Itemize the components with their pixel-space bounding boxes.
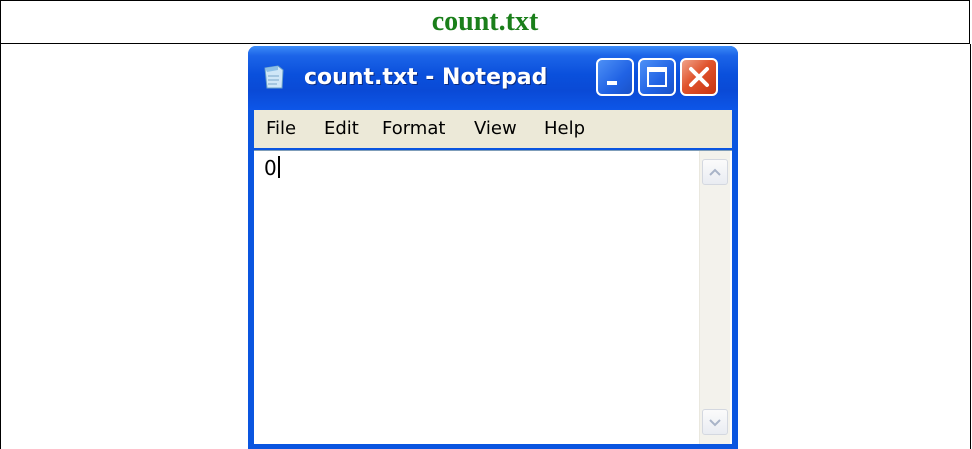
page-frame: count.txt count.txt - Notepad File Edit …	[0, 0, 971, 449]
maximize-button[interactable]	[638, 58, 676, 96]
window-title: count.txt - Notepad	[304, 65, 548, 90]
notepad-window: count.txt - Notepad File Edit Format Vie…	[248, 46, 738, 449]
minimize-button[interactable]	[596, 58, 634, 96]
close-icon	[689, 67, 709, 87]
minimize-icon	[607, 81, 617, 85]
menu-bar: File Edit Format View Help	[254, 110, 732, 148]
table-header: count.txt	[0, 0, 970, 44]
title-bar[interactable]: count.txt - Notepad	[248, 46, 738, 110]
scroll-up-button[interactable]	[702, 159, 728, 185]
scroll-down-button[interactable]	[702, 409, 728, 435]
menu-help[interactable]: Help	[544, 116, 585, 142]
chevron-down-icon	[709, 419, 721, 427]
editor-text-line[interactable]: 0	[264, 155, 280, 181]
page-title: count.txt	[431, 6, 539, 37]
menu-format[interactable]: Format	[382, 116, 445, 142]
vertical-scrollbar[interactable]	[699, 151, 730, 444]
menu-edit[interactable]: Edit	[324, 116, 359, 142]
close-button[interactable]	[680, 58, 718, 96]
table-border-right	[970, 44, 971, 449]
text-caret	[277, 156, 280, 178]
maximize-icon	[647, 67, 667, 87]
notepad-icon[interactable]	[262, 64, 286, 90]
chevron-up-icon	[709, 168, 721, 176]
menu-view[interactable]: View	[474, 116, 517, 142]
menu-file[interactable]: File	[266, 116, 296, 142]
editor-content: 0	[264, 156, 277, 180]
table-border-left	[0, 44, 1, 449]
text-editor[interactable]: 0	[254, 150, 732, 444]
